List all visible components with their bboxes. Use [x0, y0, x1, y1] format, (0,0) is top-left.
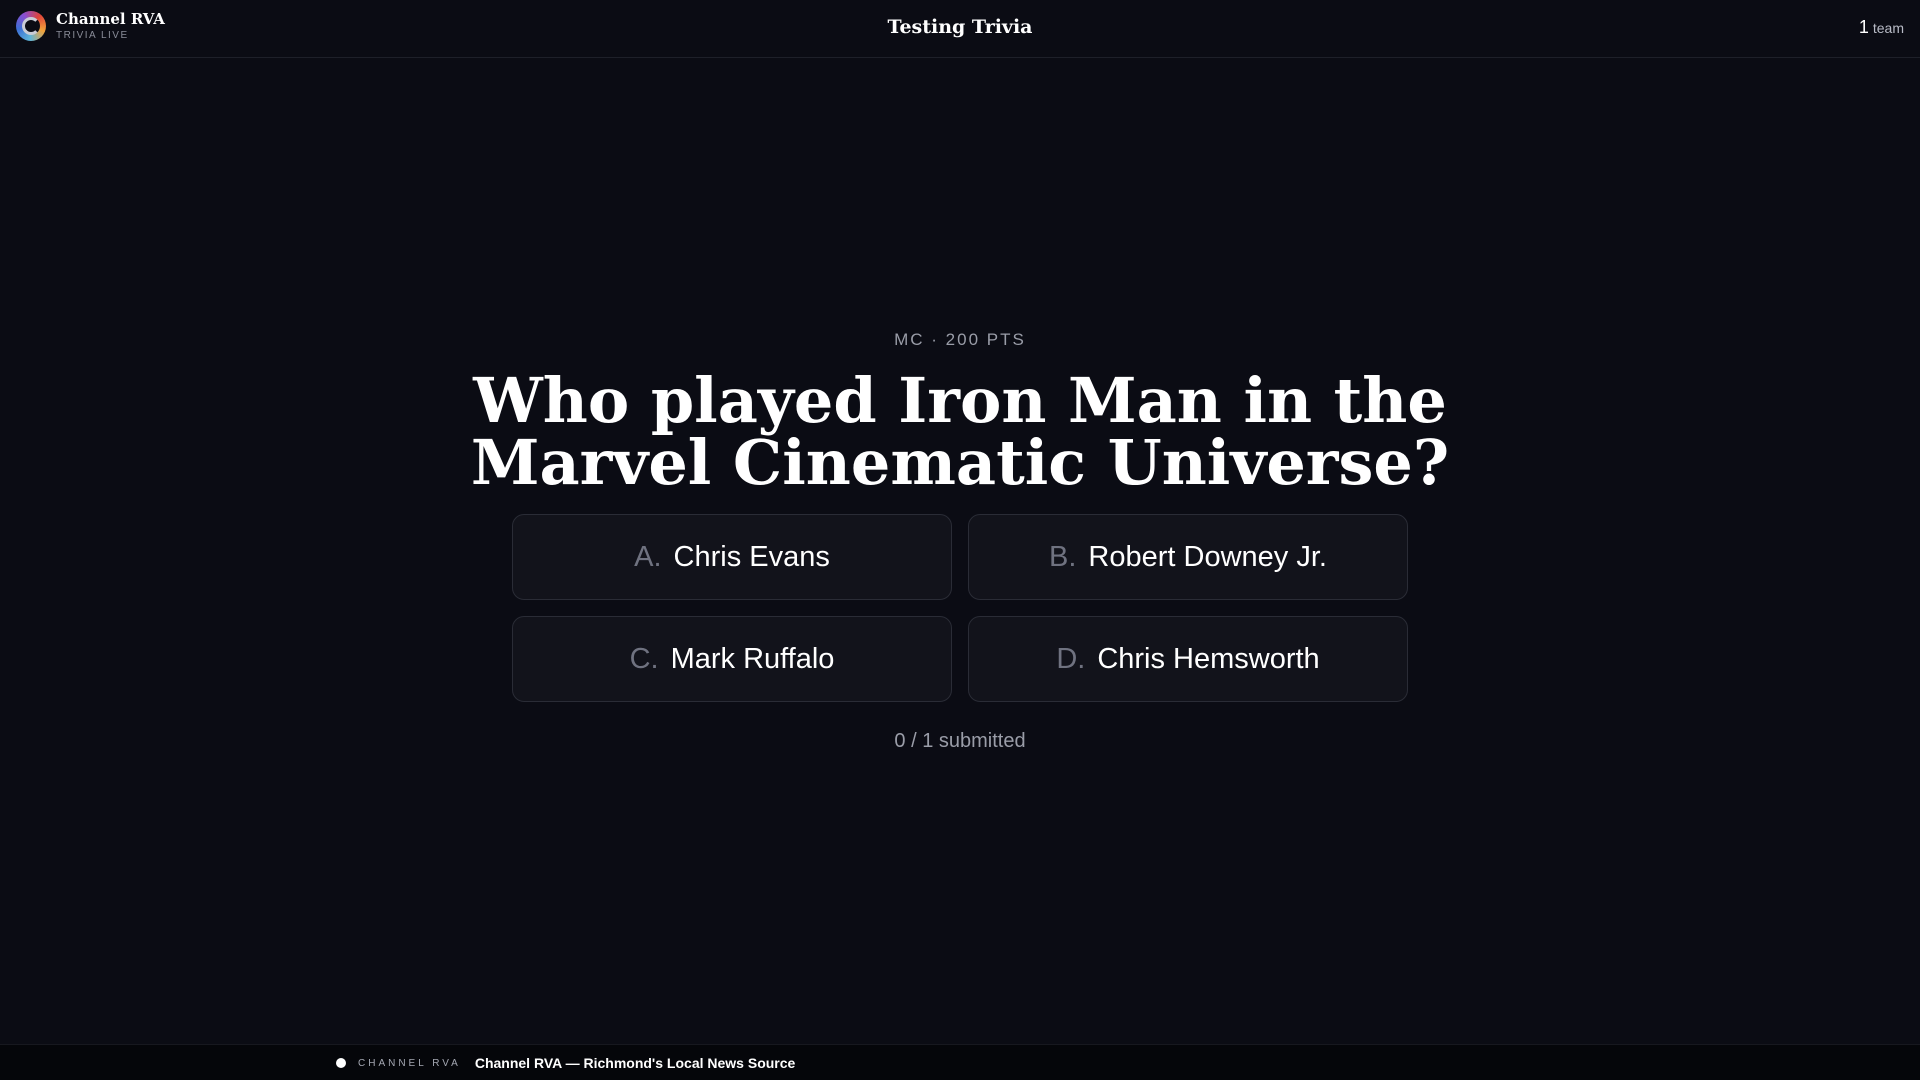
answer-letter: C.	[629, 642, 659, 675]
answer-option-d[interactable]: D. Chris Hemsworth	[968, 616, 1408, 702]
answer-grid: A. Chris Evans B. Robert Downey Jr. C. M…	[510, 514, 1410, 702]
answer-text: Chris Hemsworth	[1097, 642, 1320, 675]
answer-letter: D.	[1056, 642, 1086, 675]
question-meta: MC · 200 PTS	[894, 330, 1026, 349]
answer-letter: A.	[634, 540, 662, 573]
answer-letter: B.	[1049, 540, 1077, 573]
answer-text: Mark Ruffalo	[670, 642, 835, 675]
answer-text: Robert Downey Jr.	[1088, 540, 1327, 573]
game-title: Testing Trivia	[887, 16, 1033, 38]
answer-option-c[interactable]: C. Mark Ruffalo	[512, 616, 952, 702]
answer-option-b[interactable]: B. Robert Downey Jr.	[968, 514, 1408, 600]
question-text: Who played Iron Man in the Marvel Cinema…	[470, 364, 1450, 499]
team-count-number: 1	[1858, 17, 1869, 37]
team-count: 1 team	[1859, 17, 1904, 38]
submission-status: 0 / 1 submitted	[894, 730, 1026, 752]
question-stage: MC · 200 PTS Who played Iron Man in the …	[0, 330, 1920, 753]
team-count-label: team	[1872, 20, 1904, 36]
answer-option-a[interactable]: A. Chris Evans	[512, 514, 952, 600]
footer-label: CHANNEL RVA	[358, 1057, 461, 1069]
top-bar: Channel RVA TRIVIA LIVE Testing Trivia 1…	[0, 0, 1920, 58]
answer-text: Chris Evans	[673, 540, 830, 573]
live-dot-icon	[336, 1058, 346, 1068]
footer-text: Channel RVA — Richmond's Local News Sour…	[474, 1055, 796, 1071]
footer-ticker: CHANNEL RVA Channel RVA — Richmond's Loc…	[0, 1044, 1920, 1080]
